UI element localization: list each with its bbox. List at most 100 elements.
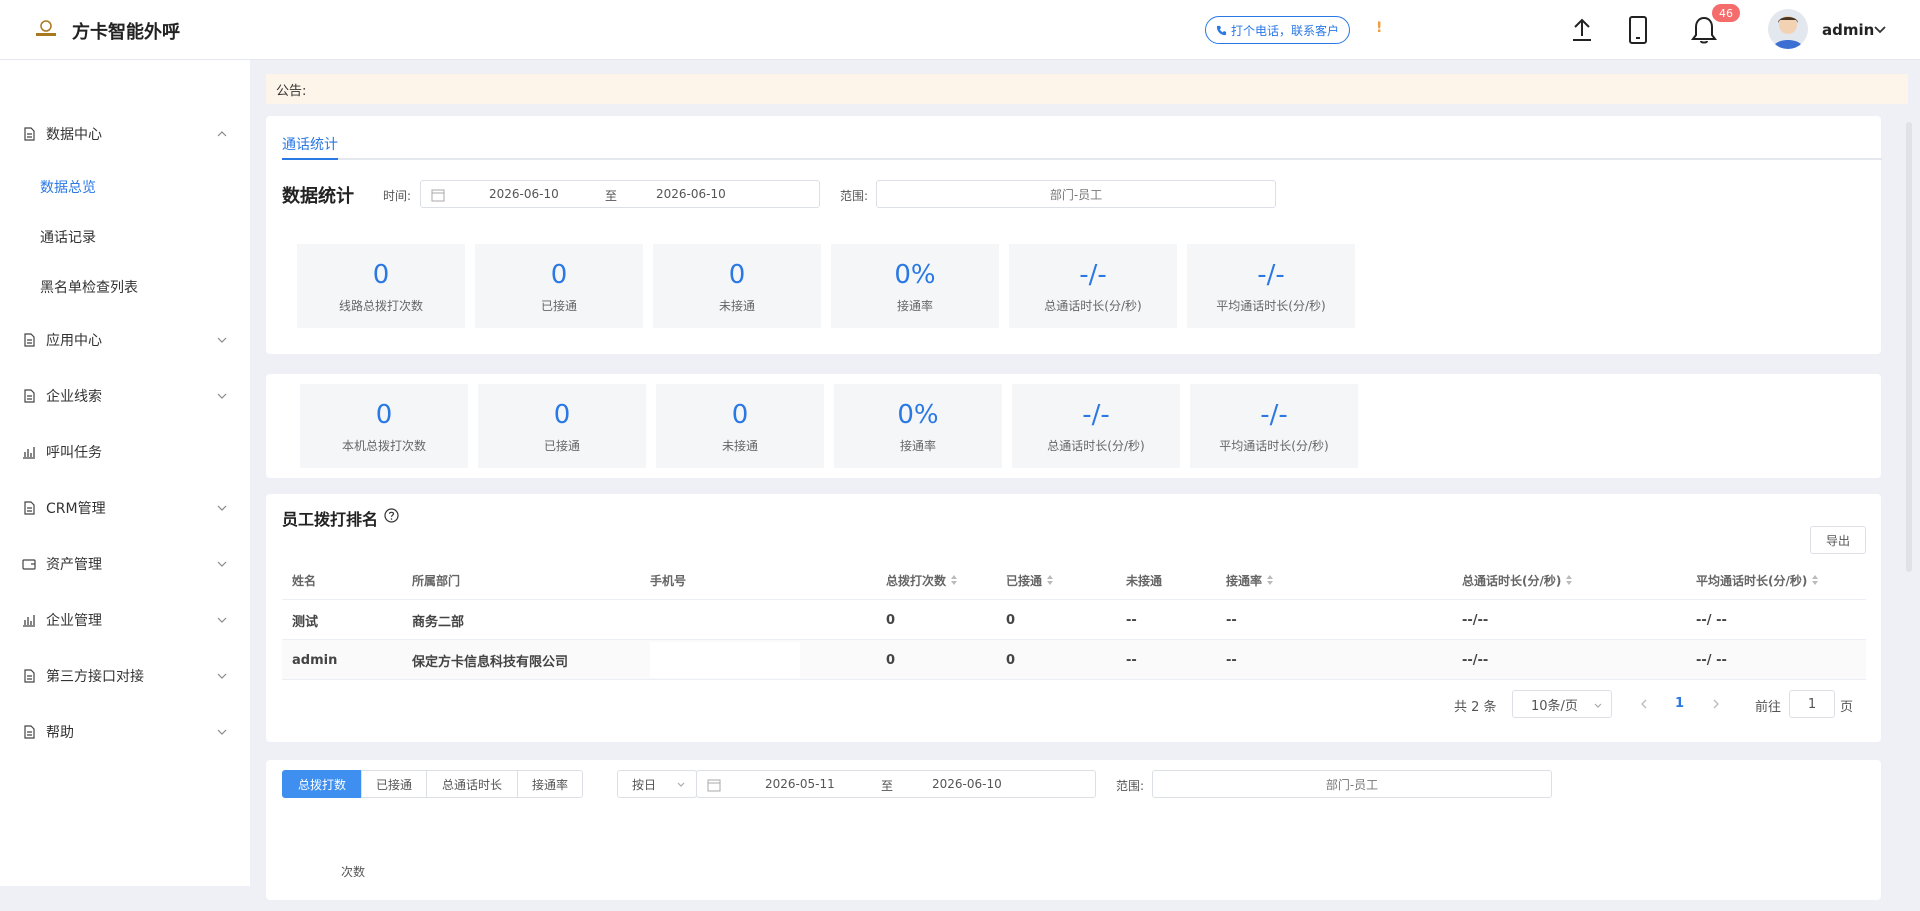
bar-chart-icon: [23, 447, 35, 459]
cell-total-calls: 0: [886, 652, 896, 668]
table-row[interactable]: admin 保定方卡信息科技有限公司 0 0 -- -- --/-- --/ -…: [282, 640, 1866, 680]
col-label: 总拨打次数: [886, 573, 947, 588]
sort-icon: [1267, 575, 1274, 585]
page-size-select[interactable]: 10条/页: [1512, 690, 1612, 718]
stat-label: 总通话时长(分/秒): [1047, 438, 1145, 453]
col-label: 平均通话时长(分/秒): [1696, 573, 1808, 588]
granularity-value: 按日: [632, 777, 657, 792]
document-icon: [24, 501, 35, 515]
sidebar-item-leads[interactable]: 企业线索: [0, 376, 250, 416]
sidebar-item-label: 第三方接口对接: [46, 669, 144, 685]
range-select[interactable]: 部门-员工: [876, 180, 1276, 208]
cell-avg-duration: --/ --: [1696, 612, 1727, 628]
col-total-calls[interactable]: 总拨打次数: [886, 560, 958, 600]
app-title: 方卡智能外呼: [72, 22, 180, 43]
col-department: 所属部门: [412, 573, 461, 588]
export-button[interactable]: 导出: [1810, 526, 1866, 554]
upload-icon: [1573, 18, 1591, 41]
date-separator: 至: [881, 779, 894, 793]
table-row[interactable]: 测试 商务二部 0 0 -- -- --/-- --/ --: [282, 600, 1866, 640]
stat-label: 未接通: [721, 438, 758, 453]
cell-avg-duration: --/ --: [1696, 652, 1727, 668]
sidebar-item-crm[interactable]: CRM管理: [0, 488, 250, 528]
stat-value: 0%: [894, 259, 936, 290]
notification-badge: 46: [1712, 4, 1740, 22]
section-title: 数据统计: [282, 186, 354, 207]
help-circle-icon[interactable]: [384, 508, 399, 523]
seg-total-calls[interactable]: 总拨打数: [282, 770, 362, 798]
stat-value: 0: [553, 399, 571, 430]
mobile-button[interactable]: [1620, 12, 1656, 48]
col-total-duration[interactable]: 总通话时长(分/秒): [1462, 560, 1573, 600]
granularity-select[interactable]: 按日: [617, 770, 697, 798]
ranking-title: 员工拨打排名: [282, 510, 379, 529]
cell-unconnected: --: [1126, 652, 1137, 668]
cell-connected: 0: [1006, 612, 1016, 628]
col-label: 接通率: [1226, 573, 1263, 588]
sidebar-item-help[interactable]: 帮助: [0, 712, 250, 752]
document-icon: [24, 725, 35, 739]
stat-local-connect-rate: 0% 接通率: [834, 384, 1002, 468]
seg-connect-rate[interactable]: 接通率: [517, 770, 583, 798]
stat-local-total-duration: -/- 总通话时长(分/秒): [1012, 384, 1180, 468]
cell-name: admin: [292, 652, 338, 668]
user-name[interactable]: admin: [1822, 21, 1874, 39]
cell-connected: 0: [1006, 652, 1016, 668]
sidebar-sub-data-overview[interactable]: 数据总览: [40, 172, 96, 202]
stat-local-total-calls: 0 本机总拨打次数: [300, 384, 468, 468]
col-connect-rate[interactable]: 接通率: [1226, 560, 1274, 600]
trend-date-range-picker[interactable]: 2026-05-11 至 2026-06-10: [696, 770, 1096, 798]
sidebar: 数据中心 数据总览 通话记录 黑名单检查列表 应用中心 企业线索 呼叫任务 CR…: [0, 60, 250, 886]
cell-name: 测试: [292, 614, 319, 630]
end-date: 2026-06-10: [656, 187, 726, 201]
chevron-down-icon: [1594, 703, 1602, 708]
call-button-label: 打个电话，联系客户: [1231, 23, 1340, 38]
chevron-down-icon: [217, 617, 227, 623]
seg-connected[interactable]: 已接通: [361, 770, 427, 798]
sidebar-item-call-tasks[interactable]: 呼叫任务: [0, 432, 250, 472]
sidebar-item-assets[interactable]: 资产管理: [0, 544, 250, 584]
sidebar-item-label: 企业管理: [46, 613, 102, 629]
col-avg-duration[interactable]: 平均通话时长(分/秒): [1696, 560, 1819, 600]
stat-line-total-calls: 0 线路总拨打次数: [297, 244, 465, 328]
sidebar-sub-call-records[interactable]: 通话记录: [40, 222, 96, 252]
next-page-icon[interactable]: [1710, 698, 1722, 710]
document-icon: [24, 389, 35, 403]
sidebar-item-app-center[interactable]: 应用中心: [0, 320, 250, 360]
col-phone: 手机号: [650, 573, 687, 588]
top-header: 方卡智能外呼 打个电话，联系客户 ! 46 admin: [0, 0, 1920, 60]
chevron-down-icon[interactable]: [1870, 20, 1890, 40]
cell-total-calls: 0: [886, 612, 896, 628]
stat-label: 已接通: [543, 438, 580, 453]
chevron-up-icon: [217, 131, 227, 137]
sidebar-item-data-center[interactable]: 数据中心: [0, 114, 250, 154]
current-page[interactable]: 1: [1675, 696, 1684, 711]
avatar[interactable]: [1768, 9, 1808, 49]
date-range-picker[interactable]: 2026-06-10 至 2026-06-10: [420, 180, 820, 208]
stat-value: -/-: [1082, 399, 1110, 430]
sidebar-item-label: 资产管理: [46, 557, 102, 573]
sidebar-sub-blacklist[interactable]: 黑名单检查列表: [40, 272, 138, 302]
warning-indicator[interactable]: !: [1376, 20, 1382, 36]
col-label: 总通话时长(分/秒): [1462, 573, 1562, 588]
sort-icon: [1566, 575, 1573, 585]
stat-line-avg-duration: -/- 平均通话时长(分/秒): [1187, 244, 1355, 328]
cell-connect-rate: --: [1226, 652, 1237, 668]
local-stats-card: 0 本机总拨打次数 0 已接通 0 未接通 0% 接通率 -/- 总通话时长(分/秒) -…: [266, 374, 1881, 478]
col-connected[interactable]: 已接通: [1006, 560, 1054, 600]
mobile-phone-icon: [1629, 16, 1647, 44]
scrollbar[interactable]: [1906, 122, 1912, 572]
upload-button[interactable]: [1564, 12, 1600, 48]
goto-page-input[interactable]: 1: [1789, 690, 1835, 718]
col-unconnected: 未接通: [1126, 573, 1163, 588]
tab-call-stats[interactable]: 通话统计: [282, 134, 338, 160]
call-customer-button[interactable]: 打个电话，联系客户: [1205, 16, 1351, 44]
chevron-down-icon: [217, 505, 227, 511]
seg-total-duration[interactable]: 总通话时长: [426, 770, 518, 798]
sidebar-item-enterprise[interactable]: 企业管理: [0, 600, 250, 640]
trend-range-select[interactable]: 部门-员工: [1152, 770, 1552, 798]
sidebar-item-third-party[interactable]: 第三方接口对接: [0, 656, 250, 696]
stat-line-unconnected: 0 未接通: [653, 244, 821, 328]
stat-value: 0: [375, 399, 393, 430]
prev-page-icon[interactable]: [1638, 698, 1650, 710]
